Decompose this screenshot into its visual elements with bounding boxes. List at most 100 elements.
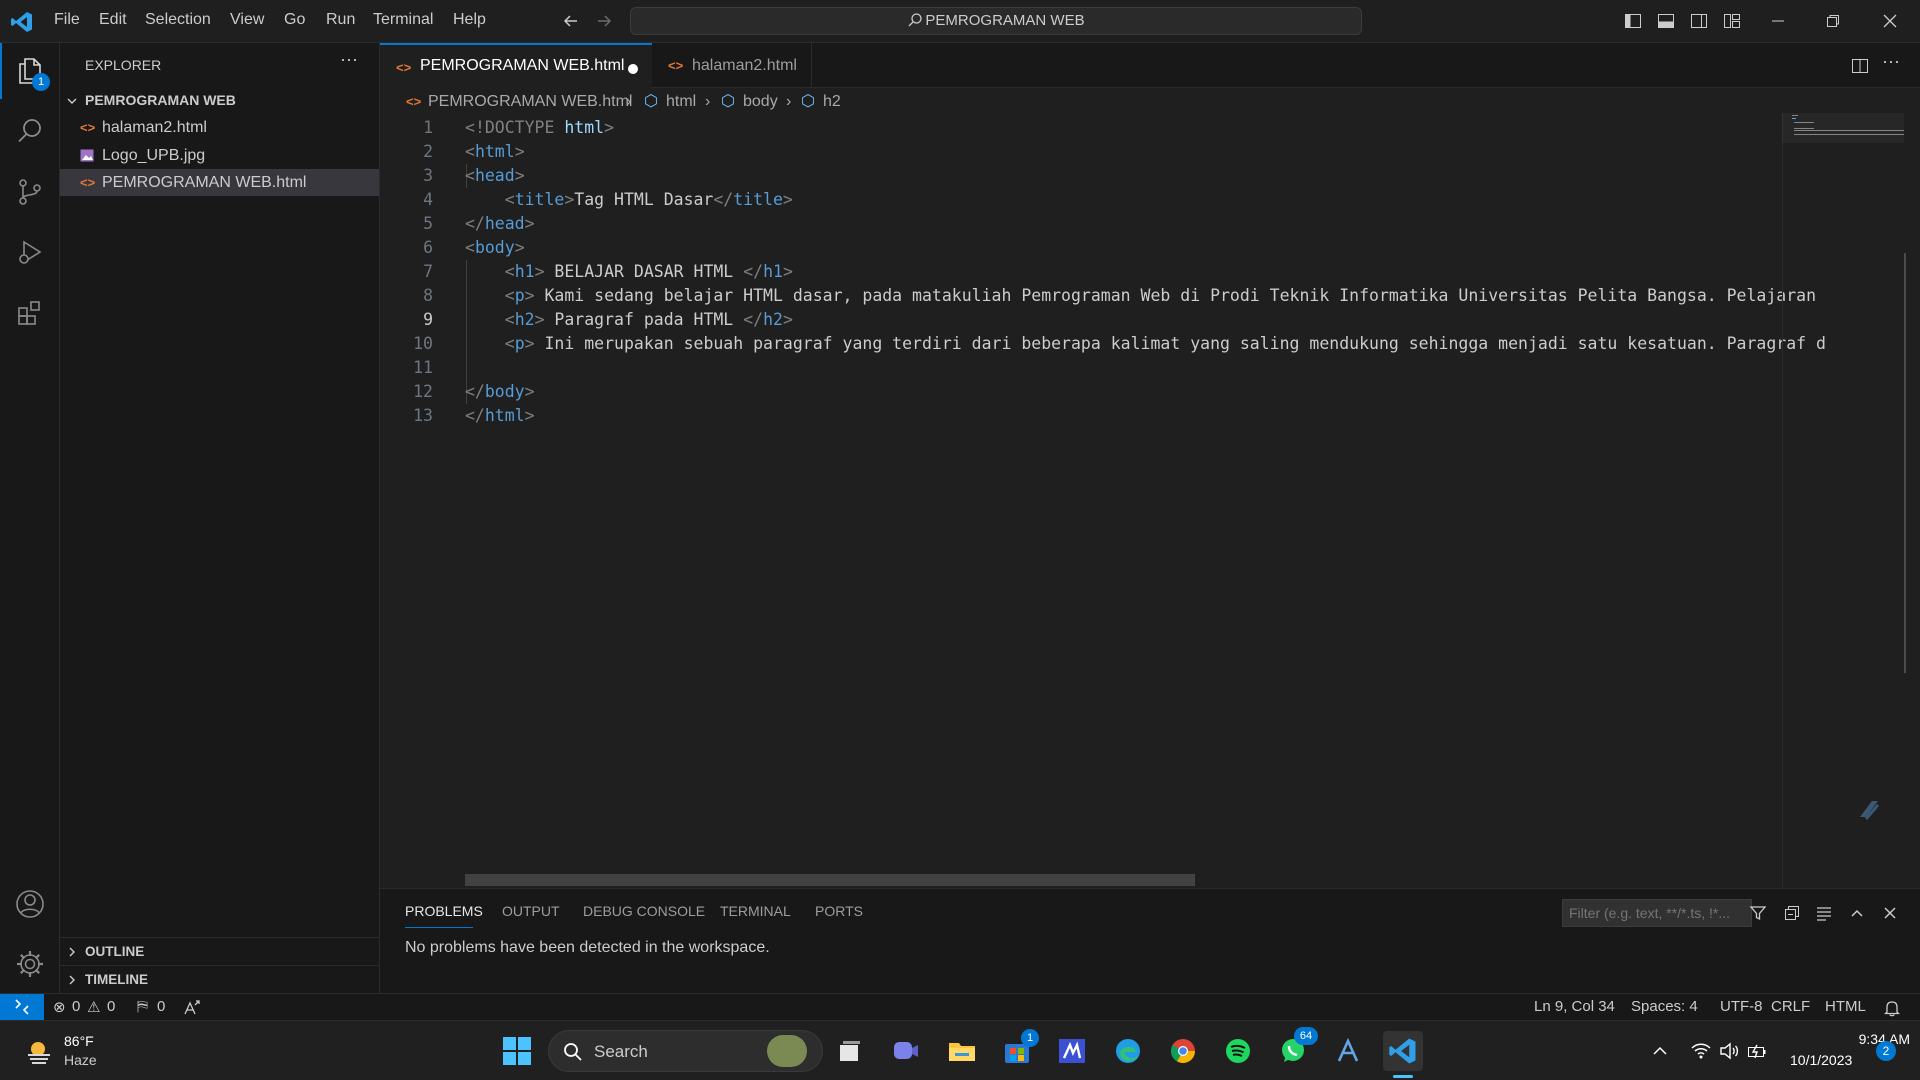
warning-count[interactable]: 0 [107, 998, 115, 1015]
manage-activity[interactable] [0, 936, 60, 992]
customize-layout-icon[interactable] [1722, 11, 1742, 31]
taskbar-search[interactable]: Search [548, 1030, 823, 1072]
accounts-activity[interactable] [0, 876, 60, 932]
clock-time[interactable]: 9:34 AM [1810, 1031, 1910, 1047]
menu-run[interactable]: Run [326, 11, 355, 29]
tab-halaman2[interactable]: <> halaman2.html [652, 43, 812, 88]
menu-view[interactable]: View [230, 11, 264, 29]
folder-row[interactable]: PEMROGRAMAN WEB [60, 87, 379, 114]
taskbar-file-explorer[interactable] [942, 1031, 982, 1071]
horizontal-scrollbar[interactable] [465, 874, 1195, 886]
file-item-halaman2[interactable]: <> halaman2.html [60, 114, 379, 141]
start-button[interactable] [497, 1031, 537, 1071]
collapse-all-icon[interactable] [1782, 903, 1802, 923]
toggle-panel-icon[interactable] [1656, 11, 1676, 31]
clock-date[interactable]: 10/1/2023 [1790, 1052, 1852, 1068]
menu-go[interactable]: Go [284, 11, 305, 29]
minimap[interactable] [1782, 113, 1906, 888]
code-editor[interactable]: 1 2 3 4 5 6 7 8 9 10 11 12 13 <!DOCTYPE … [380, 116, 1826, 886]
menu-selection[interactable]: Selection [145, 11, 211, 29]
taskbar-task-view[interactable] [830, 1031, 870, 1071]
split-editor-icon[interactable] [1850, 56, 1870, 76]
source-control-icon [19, 179, 41, 205]
ports-count[interactable]: 0 [157, 998, 165, 1015]
ports-icon[interactable]: ⛿ [137, 998, 148, 1015]
error-count[interactable]: 0 [72, 998, 80, 1015]
maximize-panel-icon[interactable] [1847, 903, 1867, 923]
tab-pemrograman-web[interactable]: <> PEMROGRAMAN WEB.html [380, 43, 652, 88]
wifi-icon[interactable] [1690, 1040, 1712, 1062]
problems-filter-input[interactable] [1562, 899, 1752, 927]
weather-temperature: 86°F [64, 1033, 94, 1049]
toggle-secondary-sidebar-icon[interactable] [1689, 11, 1709, 31]
restore-icon[interactable] [1823, 11, 1843, 31]
search-icon [564, 1043, 582, 1061]
volume-icon[interactable] [1718, 1040, 1740, 1062]
file-item-pemrograman-web[interactable]: <> PEMROGRAMAN WEB.html [60, 169, 379, 196]
panel-tab-terminal[interactable]: TERMINAL [720, 903, 791, 919]
error-icon[interactable]: ⊗ [53, 998, 66, 1016]
close-panel-icon[interactable] [1880, 903, 1900, 923]
extensions-activity[interactable] [0, 285, 60, 341]
panel-tab-ports[interactable]: PORTS [815, 903, 863, 919]
live-share-icon[interactable] [183, 999, 201, 1017]
warning-icon[interactable]: ⚠ [87, 998, 100, 1016]
panel-tab-problems[interactable]: PROBLEMS [405, 903, 483, 919]
language-mode[interactable]: HTML [1825, 998, 1866, 1015]
taskbar-spotify[interactable] [1218, 1031, 1258, 1071]
notifications-bell-icon[interactable] [1884, 999, 1900, 1017]
taskbar-edge[interactable] [1108, 1031, 1148, 1071]
view-as-tree-icon[interactable] [1814, 903, 1834, 923]
panel-tab-output[interactable]: OUTPUT [502, 903, 560, 919]
editor-more-actions-icon[interactable]: ··· [1882, 51, 1900, 72]
back-arrow-icon[interactable] [561, 11, 581, 31]
forward-arrow-icon[interactable] [594, 11, 614, 31]
chevron-up-icon[interactable] [1650, 1041, 1670, 1061]
breadcrumb-html[interactable]: html [666, 88, 696, 116]
taskbar-store[interactable]: 1 [997, 1029, 1039, 1071]
menu-file[interactable]: File [54, 11, 80, 29]
breadcrumb-body[interactable]: body [743, 88, 778, 116]
running-indicator [1393, 1075, 1413, 1078]
breadcrumb-h2[interactable]: h2 [823, 88, 841, 116]
file-item-logo[interactable]: Logo_UPB.jpg [60, 142, 379, 169]
search-activity[interactable] [0, 103, 60, 159]
menu-help[interactable]: Help [453, 11, 486, 29]
outline-section[interactable]: OUTLINE [60, 937, 379, 964]
vertical-scrollbar[interactable] [1904, 253, 1906, 673]
code-line-3: <head> [465, 166, 525, 185]
timeline-section[interactable]: TIMELINE [60, 965, 379, 992]
run-debug-activity[interactable] [0, 224, 60, 280]
explorer-activity[interactable]: 1 [0, 43, 60, 99]
battery-icon[interactable] [1746, 1040, 1768, 1062]
filter-icon[interactable] [1748, 903, 1768, 923]
taskbar-vscode[interactable] [1383, 1031, 1423, 1078]
end-of-line[interactable]: CRLF [1771, 998, 1810, 1015]
timeline-label: TIMELINE [85, 972, 148, 987]
panel-tab-debug-console[interactable]: DEBUG CONSOLE [583, 903, 705, 919]
minimize-icon[interactable] [1768, 11, 1788, 31]
close-window-icon[interactable] [1880, 11, 1900, 31]
copilot-icon[interactable] [1852, 793, 1886, 827]
taskbar-app-ma[interactable] [1052, 1031, 1092, 1071]
toggle-primary-sidebar-icon[interactable] [1623, 11, 1643, 31]
menu-edit[interactable]: Edit [99, 11, 127, 29]
remote-indicator[interactable] [0, 994, 44, 1021]
more-actions-icon[interactable]: ··· [340, 49, 358, 70]
notification-count-badge[interactable]: 2 [1876, 1041, 1896, 1061]
command-center-search[interactable]: PEMROGRAMAN WEB [630, 7, 1362, 35]
source-control-activity[interactable] [0, 164, 60, 220]
store-badge: 1 [1021, 1029, 1039, 1047]
taskbar-teams[interactable] [886, 1031, 926, 1071]
cursor-position[interactable]: Ln 9, Col 34 [1534, 998, 1615, 1015]
indentation[interactable]: Spaces: 4 [1631, 998, 1698, 1015]
menu-terminal[interactable]: Terminal [373, 11, 433, 29]
breadcrumb-file[interactable]: PEMROGRAMAN WEB.html [428, 88, 632, 116]
taskbar-chrome[interactable] [1163, 1031, 1203, 1071]
weather-widget[interactable]: 86°F Haze [20, 1033, 190, 1069]
unsaved-dot-icon[interactable] [628, 64, 638, 74]
code-line-5: </head> [465, 214, 535, 233]
taskbar-whatsapp[interactable]: 64 [1273, 1027, 1318, 1071]
encoding[interactable]: UTF-8 [1720, 998, 1763, 1015]
taskbar-translate[interactable] [1328, 1031, 1368, 1071]
